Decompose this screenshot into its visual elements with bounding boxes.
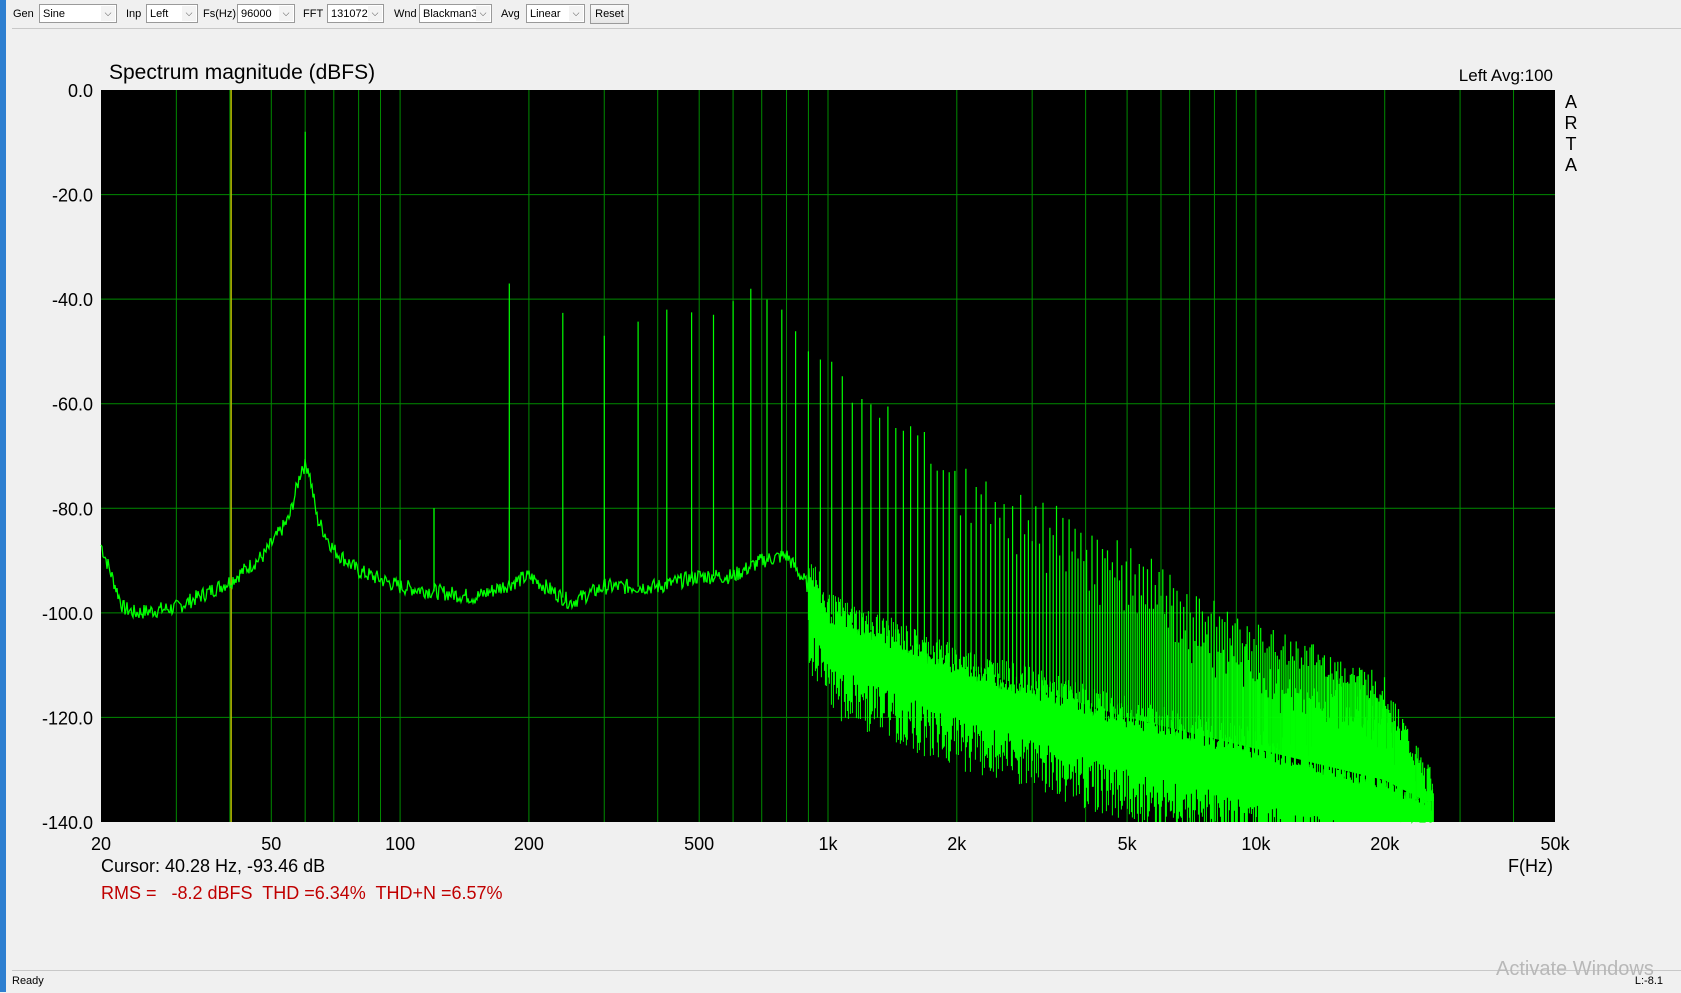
cursor-readout: Cursor: 40.28 Hz, -93.46 dB bbox=[101, 856, 325, 876]
x-tick-label: 1k bbox=[818, 834, 838, 854]
chevron-down-icon: ⌵ bbox=[182, 6, 196, 21]
fft-select-value: 131072 bbox=[331, 8, 368, 20]
x-tick-label: 10k bbox=[1241, 834, 1271, 854]
fft-label: FFT bbox=[303, 8, 324, 20]
wnd-label: Wnd bbox=[394, 8, 417, 20]
app-window: Gen Sine ⌵ Inp Left ⌵ Fs(Hz) 96000 ⌵ FFT… bbox=[0, 0, 1681, 993]
status-bar: Ready L:-8.1 bbox=[12, 970, 1681, 993]
fs-label: Fs(Hz) bbox=[203, 8, 236, 20]
y-tick-label: -120.0 bbox=[42, 708, 93, 728]
x-tick-label: 20 bbox=[91, 834, 111, 854]
spectrum-chart[interactable]: Spectrum magnitude (dBFS) Left Avg:100 A… bbox=[12, 29, 1681, 969]
chevron-down-icon: ⌵ bbox=[476, 6, 490, 21]
y-tick-label: 0.0 bbox=[68, 81, 93, 101]
reset-button[interactable]: Reset bbox=[590, 4, 629, 24]
gen-label: Gen bbox=[13, 8, 34, 20]
avg-select-value: Linear bbox=[530, 8, 561, 20]
status-text: Ready bbox=[12, 975, 44, 987]
logo-letter: R bbox=[1565, 113, 1578, 133]
logo-letter: A bbox=[1565, 155, 1577, 175]
avg-label: Avg bbox=[501, 8, 520, 20]
y-tick-label: -140.0 bbox=[42, 813, 93, 833]
y-tick-label: -40.0 bbox=[52, 290, 93, 310]
toolbar: Gen Sine ⌵ Inp Left ⌵ Fs(Hz) 96000 ⌵ FFT… bbox=[12, 0, 1681, 29]
y-tick-label: -60.0 bbox=[52, 395, 93, 415]
chevron-down-icon: ⌵ bbox=[101, 6, 115, 21]
chart-title: Spectrum magnitude (dBFS) bbox=[109, 61, 375, 84]
gen-select[interactable]: Sine ⌵ bbox=[39, 4, 117, 23]
x-tick-label: 2k bbox=[947, 834, 967, 854]
avg-select[interactable]: Linear ⌵ bbox=[526, 4, 585, 23]
logo-letter: T bbox=[1566, 134, 1577, 154]
fs-select-value: 96000 bbox=[241, 8, 272, 20]
wnd-select-value: Blackman3 bbox=[423, 8, 478, 20]
rms-thd-readout: RMS = -8.2 dBFS THD =6.34% THD+N =6.57% bbox=[101, 883, 503, 903]
chevron-down-icon: ⌵ bbox=[279, 6, 293, 21]
y-tick-label: -80.0 bbox=[52, 499, 93, 519]
chevron-down-icon: ⌵ bbox=[368, 6, 382, 21]
wnd-select[interactable]: Blackman3 ⌵ bbox=[419, 4, 492, 23]
arta-logo: ARTA bbox=[1565, 92, 1578, 175]
fft-select[interactable]: 131072 ⌵ bbox=[327, 4, 384, 23]
y-tick-label: -100.0 bbox=[42, 604, 93, 624]
inp-select-value: Left bbox=[150, 8, 169, 20]
x-tick-label: 100 bbox=[385, 834, 415, 854]
gen-select-value: Sine bbox=[43, 8, 66, 20]
x-tick-label: 20k bbox=[1370, 834, 1400, 854]
spectrum-panel: Spectrum magnitude (dBFS) Left Avg:100 A… bbox=[12, 29, 1681, 969]
x-tick-label: 5k bbox=[1118, 834, 1138, 854]
chevron-down-icon: ⌵ bbox=[569, 6, 583, 21]
x-tick-label: 500 bbox=[684, 834, 714, 854]
x-axis-unit: F(Hz) bbox=[1508, 856, 1553, 876]
inp-label: Inp bbox=[126, 8, 142, 20]
y-tick-label: -20.0 bbox=[52, 186, 93, 206]
activation-watermark: Activate Windows bbox=[1496, 958, 1654, 980]
x-tick-label: 50k bbox=[1540, 834, 1570, 854]
fs-select[interactable]: 96000 ⌵ bbox=[237, 4, 295, 23]
x-tick-label: 200 bbox=[514, 834, 544, 854]
channel-avg-label: Left Avg:100 bbox=[1459, 66, 1553, 85]
logo-letter: A bbox=[1565, 92, 1577, 112]
x-tick-label: 50 bbox=[261, 834, 281, 854]
inp-select[interactable]: Left ⌵ bbox=[146, 4, 198, 23]
